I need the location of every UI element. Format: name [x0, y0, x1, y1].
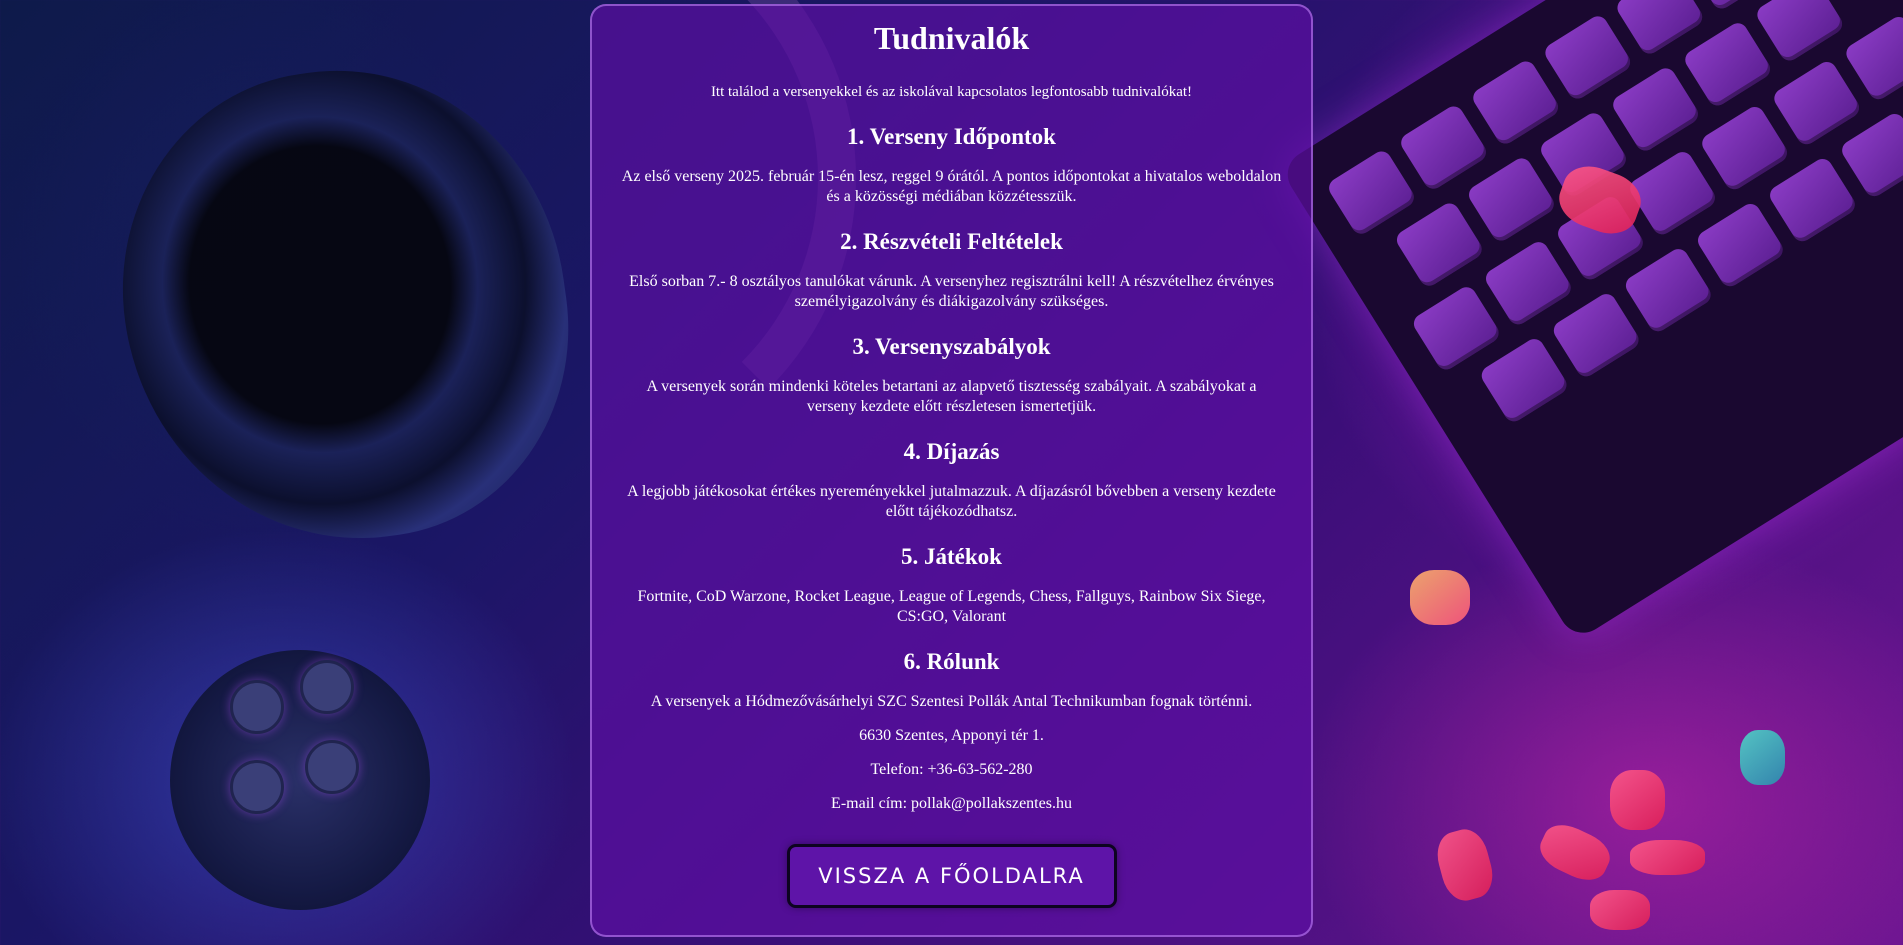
contact-email: E-mail cím: pollak@pollakszentes.hu	[831, 795, 1072, 812]
section-text: Az első verseny 2025. február 15-én lesz…	[621, 168, 1282, 205]
section-text: A versenyek során mindenki köteles betar…	[646, 378, 1257, 415]
section-rolunk: 6. Rólunk A versenyek a Hódmezővásárhely…	[614, 647, 1289, 814]
page-title: Tudnivalók	[873, 20, 1030, 56]
section-versenyszabalyok: 3. Versenyszabályok A versenyek során mi…	[614, 332, 1289, 417]
intro-text: Itt találod a versenyekkel és az iskoláv…	[710, 84, 1193, 100]
background-candy	[1533, 817, 1617, 888]
section-reszveteli-feltetelek: 2. Részvételi Feltételek Első sorban 7.-…	[614, 227, 1289, 312]
section-jatekok: 5. Játékok Fortnite, CoD Warzone, Rocket…	[614, 542, 1289, 627]
section-title: 2. Részvételi Feltételek	[840, 229, 1063, 254]
background-keyboard	[1278, 0, 1903, 642]
background-candy	[1410, 570, 1470, 625]
section-text: Fortnite, CoD Warzone, Rocket League, Le…	[637, 588, 1266, 625]
background-candy	[1431, 824, 1499, 906]
section-text: Első sorban 7.- 8 osztályos tanulókat vá…	[629, 273, 1274, 310]
section-dijazas: 4. Díjazás A legjobb játékosokat értékes…	[614, 437, 1289, 522]
section-title: 6. Rólunk	[903, 649, 1000, 674]
back-to-home-button[interactable]: VISSZA A FŐOLDALRA	[786, 844, 1117, 908]
section-text: A versenyek a Hódmezővásárhelyi SZC Szen…	[650, 693, 1253, 710]
contact-address: 6630 Szentes, Apponyi tér 1.	[859, 727, 1044, 744]
background-candy	[1740, 730, 1785, 785]
background-candy	[1610, 770, 1665, 830]
section-verseny-idopontok: 1. Verseny Időpontok Az első verseny 202…	[614, 122, 1289, 207]
section-title: 3. Versenyszabályok	[852, 334, 1051, 359]
section-title: 5. Játékok	[901, 544, 1002, 569]
background-candy	[1630, 840, 1705, 875]
background-candy	[1590, 890, 1650, 930]
background-candy	[1552, 158, 1648, 242]
contact-phone: Telefon: +36-63-562-280	[870, 761, 1033, 778]
section-title: 1. Verseny Időpontok	[847, 124, 1056, 149]
info-panel: Tudnivalók Itt találod a versenyekkel és…	[590, 4, 1313, 937]
background-controller	[170, 650, 430, 910]
section-text: A legjobb játékosokat értékes nyereménye…	[627, 483, 1276, 520]
background-headphone-cup	[94, 41, 596, 569]
section-title: 4. Díjazás	[903, 439, 1000, 464]
